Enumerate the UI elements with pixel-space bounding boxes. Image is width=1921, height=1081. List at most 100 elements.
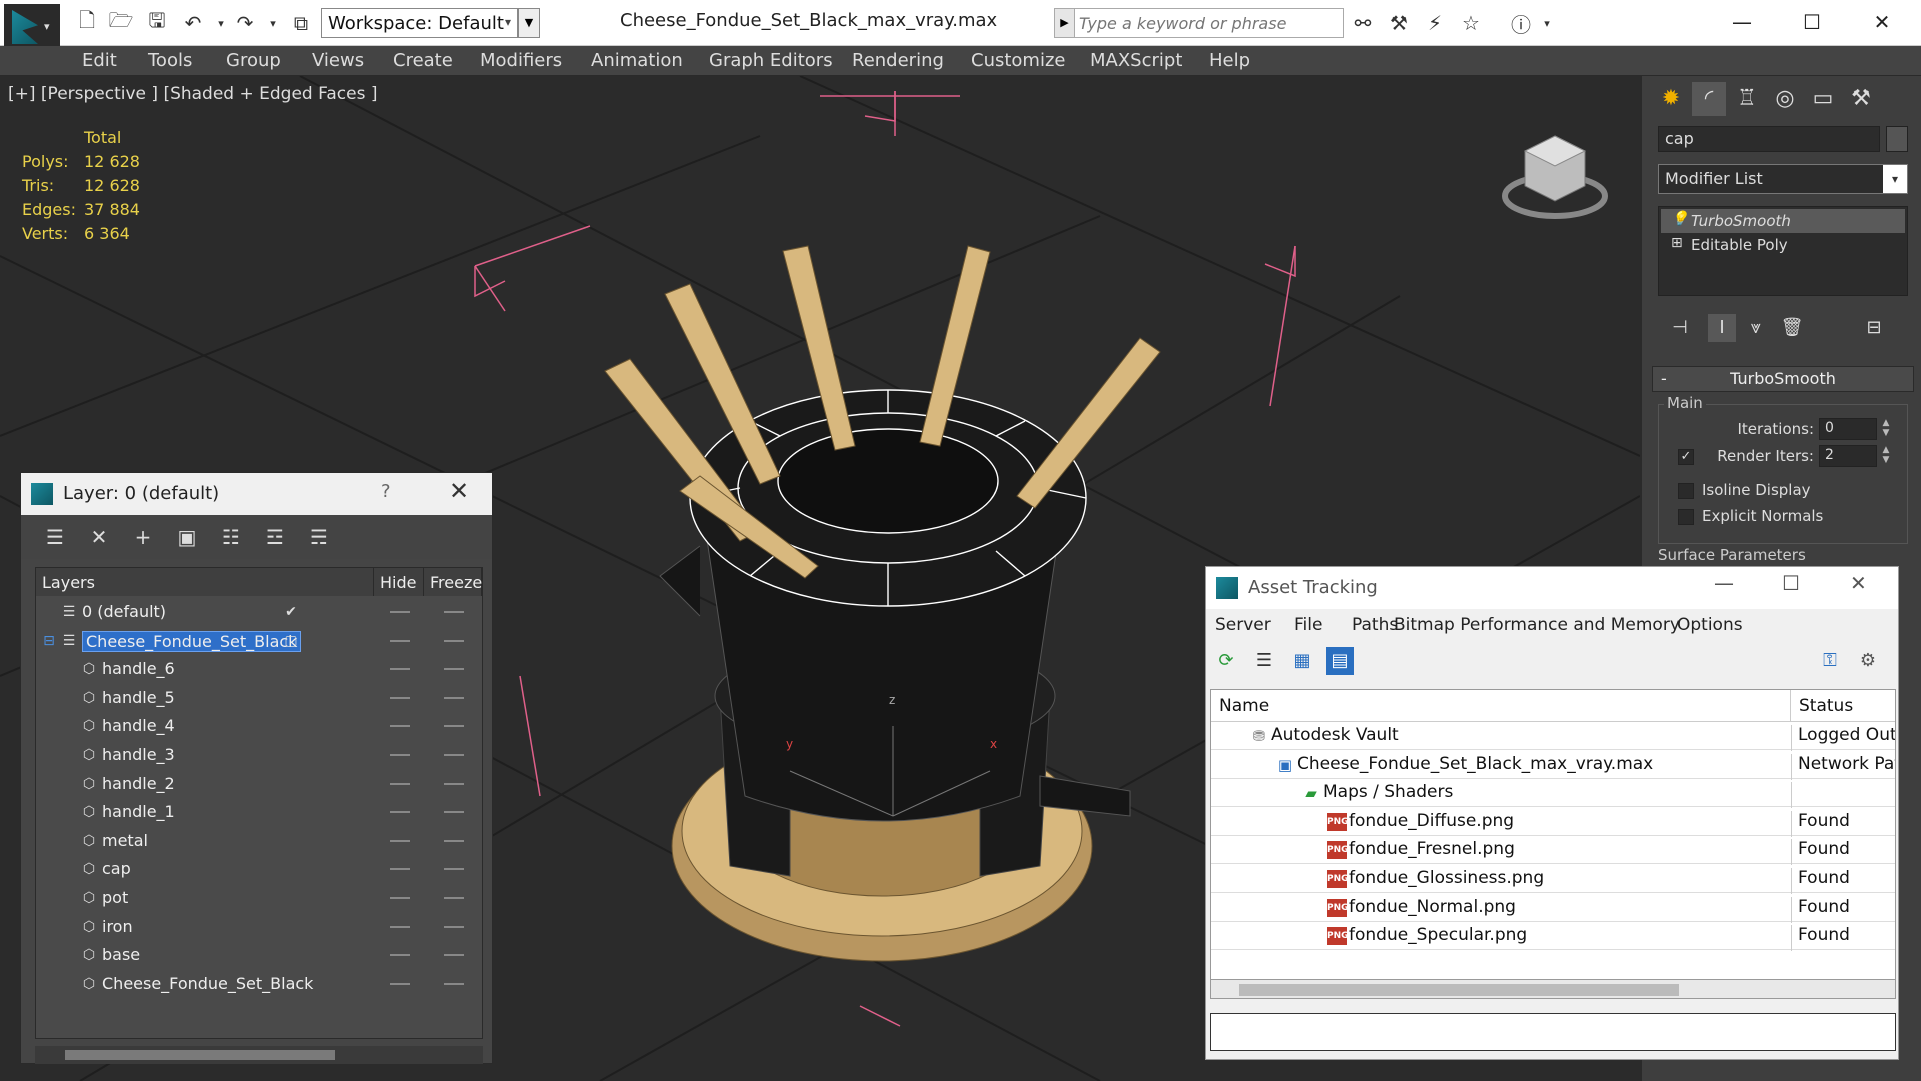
- app-menu-button[interactable]: ▾: [4, 4, 60, 48]
- save-icon[interactable]: 🖫: [144, 8, 170, 36]
- layer-horizontal-scrollbar[interactable]: [35, 1046, 483, 1064]
- freeze-toggle[interactable]: [444, 725, 464, 728]
- active-layer-check-icon[interactable]: ✔: [282, 603, 300, 621]
- menu-rendering[interactable]: Rendering: [852, 50, 944, 71]
- hide-all-layers-icon[interactable]: ☲: [261, 523, 289, 551]
- lightbulb-icon[interactable]: 💡: [1671, 211, 1688, 227]
- undo-icon[interactable]: ↶: [180, 10, 206, 36]
- asset-row[interactable]: ⛃ Autodesk Vault Logged Out: [1211, 722, 1895, 751]
- menu-modifiers[interactable]: Modifiers: [480, 50, 562, 71]
- freeze-toggle[interactable]: [444, 782, 464, 785]
- undo-dropdown-icon[interactable]: ▾: [208, 10, 234, 36]
- set-active-layer-icon[interactable]: ▢: [282, 632, 300, 650]
- asset-row[interactable]: PNG fondue_Fresnel.png Found: [1211, 836, 1895, 866]
- create-layer-icon[interactable]: ☰: [41, 523, 69, 551]
- object-name-field[interactable]: cap: [1658, 126, 1880, 152]
- modify-tab-icon[interactable]: ◜: [1692, 82, 1726, 116]
- maximize-button[interactable]: ☐: [1782, 571, 1800, 595]
- tools-icon[interactable]: ⚒: [1386, 10, 1412, 36]
- column-status[interactable]: Status: [1791, 690, 1895, 722]
- hide-toggle[interactable]: [390, 754, 410, 756]
- freeze-toggle[interactable]: [444, 925, 464, 928]
- layer-dialog-titlebar[interactable]: Layer: 0 (default) ? ✕: [21, 473, 492, 515]
- hide-toggle[interactable]: [390, 782, 410, 785]
- subscription-icon[interactable]: ⚡: [1422, 10, 1448, 36]
- hide-toggle[interactable]: [390, 639, 410, 642]
- minimize-button[interactable]: —: [1722, 6, 1762, 38]
- workspace-select[interactable]: Workspace: Default ▾: [321, 8, 518, 38]
- layer-row[interactable]: ⬡ pot: [36, 884, 482, 912]
- menu-tools[interactable]: Tools: [148, 50, 192, 71]
- menu-group[interactable]: Group: [226, 50, 281, 71]
- layer-row[interactable]: ⬡ handle_6: [36, 655, 482, 683]
- freeze-toggle[interactable]: [444, 811, 464, 814]
- menu-edit[interactable]: Edit: [82, 50, 117, 71]
- freeze-toggle[interactable]: [444, 696, 464, 699]
- layer-row[interactable]: ⬡ handle_4: [36, 712, 482, 740]
- freeze-toggle[interactable]: [444, 668, 464, 671]
- stack-item-editable-poly[interactable]: ⊞ Editable Poly: [1661, 233, 1905, 257]
- favorites-star-icon[interactable]: ☆: [1458, 10, 1484, 36]
- asset-row[interactable]: PNG fondue_Glossiness.png Found: [1211, 865, 1895, 894]
- viewcube-icon[interactable]: [1500, 126, 1610, 226]
- iterations-spinner[interactable]: 0: [1819, 418, 1877, 440]
- column-name[interactable]: Name: [1211, 690, 1791, 722]
- viewport-label[interactable]: [+] [Perspective ] [Shaded + Edged Faces…: [8, 84, 377, 104]
- table-view-icon[interactable]: ▤: [1326, 647, 1354, 675]
- hide-toggle[interactable]: [390, 925, 410, 928]
- scrollbar-thumb[interactable]: [1239, 984, 1679, 996]
- configure-sets-icon[interactable]: ⊟: [1860, 314, 1888, 342]
- hide-toggle[interactable]: [390, 839, 410, 842]
- freeze-toggle[interactable]: [444, 897, 464, 899]
- freeze-toggle[interactable]: [444, 982, 464, 985]
- add-to-layer-icon[interactable]: +: [129, 523, 157, 551]
- close-button[interactable]: ✕: [1862, 6, 1902, 38]
- layer-row[interactable]: ⬡ handle_2: [36, 770, 482, 798]
- stack-item-turbosmooth[interactable]: 💡 TurboSmooth: [1661, 209, 1905, 233]
- hide-toggle[interactable]: [390, 982, 410, 985]
- asset-dialog-titlebar[interactable]: Asset Tracking — ☐ ✕: [1206, 567, 1898, 609]
- make-unique-icon[interactable]: ⩔: [1742, 314, 1770, 342]
- scrollbar-thumb[interactable]: [65, 1050, 335, 1060]
- asset-menu-server[interactable]: Server: [1215, 615, 1271, 635]
- display-tab-icon[interactable]: ▭: [1806, 82, 1840, 116]
- hide-toggle[interactable]: [390, 611, 410, 613]
- layer-row[interactable]: ⬡ Cheese_Fondue_Set_Black: [36, 970, 482, 998]
- redo-dropdown-icon[interactable]: ▾: [260, 10, 286, 36]
- create-tab-icon[interactable]: ✹: [1654, 82, 1688, 116]
- surface-parameters-header[interactable]: Surface Parameters: [1658, 546, 1806, 564]
- asset-row[interactable]: ▰ Maps / Shaders: [1211, 779, 1895, 809]
- new-file-icon[interactable]: 🗋: [74, 8, 100, 36]
- help-button[interactable]: ?: [381, 481, 391, 502]
- layer-row[interactable]: ⬡ handle_5: [36, 684, 482, 712]
- redo-icon[interactable]: ↷: [232, 10, 258, 36]
- freeze-toggle[interactable]: [444, 868, 464, 871]
- search-input[interactable]: [1079, 12, 1339, 34]
- asset-path-field[interactable]: [1210, 1013, 1896, 1051]
- modifier-list-dropdown[interactable]: Modifier List ▾: [1658, 164, 1908, 194]
- spinner-arrows-icon[interactable]: ▲ ▼: [1879, 445, 1893, 467]
- vault-help-icon[interactable]: ⚙: [1854, 647, 1882, 675]
- freeze-toggle[interactable]: [444, 639, 464, 642]
- asset-horizontal-scrollbar[interactable]: [1210, 979, 1896, 999]
- layer-row[interactable]: ☰ 0 (default) ✔: [36, 598, 482, 626]
- pin-stack-icon[interactable]: ⊣: [1666, 314, 1694, 342]
- freeze-toggle[interactable]: [444, 611, 464, 613]
- close-icon[interactable]: ✕: [1850, 571, 1867, 595]
- search-expand-icon[interactable]: ▶: [1055, 9, 1075, 37]
- project-folder-icon[interactable]: ⧉: [288, 10, 314, 36]
- hide-toggle[interactable]: [390, 868, 410, 871]
- maximize-button[interactable]: ☐: [1792, 6, 1832, 38]
- asset-menu-paths[interactable]: Paths: [1352, 615, 1398, 635]
- workspace-menu-arrow[interactable]: ▼: [518, 8, 540, 38]
- freeze-toggle[interactable]: [444, 839, 464, 842]
- help-dropdown-icon[interactable]: ▾: [1534, 10, 1560, 36]
- hide-toggle[interactable]: [390, 954, 410, 957]
- hide-toggle[interactable]: [390, 668, 410, 671]
- select-in-layer-icon[interactable]: ▣: [173, 523, 201, 551]
- open-file-icon[interactable]: 🗁: [108, 8, 134, 36]
- spinner-arrows-icon[interactable]: ▲ ▼: [1879, 418, 1893, 440]
- menu-maxscript[interactable]: MAXScript: [1090, 50, 1182, 71]
- menu-graph-editors[interactable]: Graph Editors: [709, 50, 833, 71]
- layer-row[interactable]: ⊟ ☰ Cheese_Fondue_Set_Black ▢: [36, 627, 482, 655]
